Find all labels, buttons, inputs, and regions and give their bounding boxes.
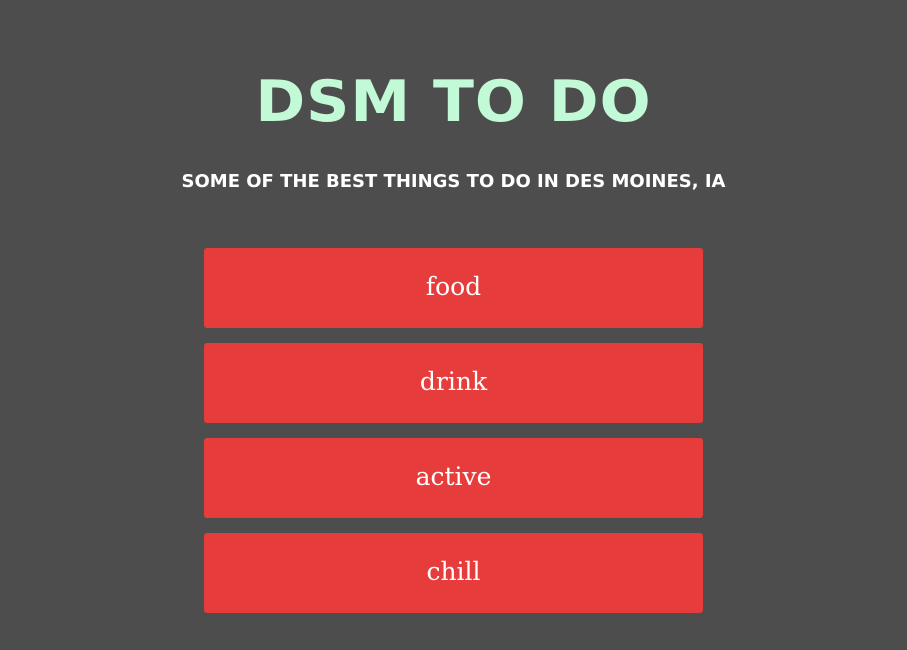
drink-button[interactable]: drink: [204, 343, 703, 423]
category-menu: food drink active chill: [204, 248, 703, 628]
chill-button[interactable]: chill: [204, 533, 703, 613]
food-button[interactable]: food: [204, 248, 703, 328]
active-button[interactable]: active: [204, 438, 703, 518]
page-title: DSM TO DO: [255, 68, 652, 136]
page: DSM TO DO SOME OF THE BEST THINGS TO DO …: [0, 0, 907, 650]
page-subtitle: SOME OF THE BEST THINGS TO DO IN DES MOI…: [181, 171, 726, 192]
